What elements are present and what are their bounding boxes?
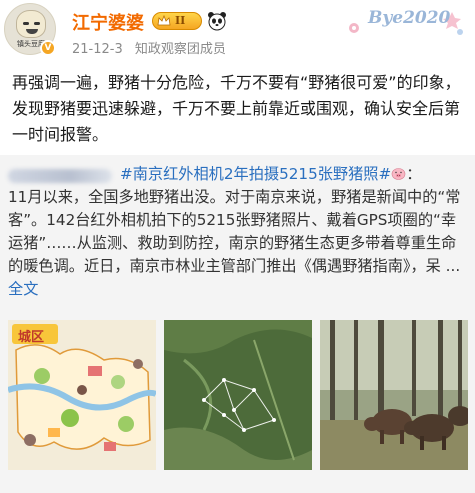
crown-icon [157, 15, 171, 26]
repost-text: #南京红外相机2年拍摄5215张野猪照# ： 11月以来，全国多地野猪出没。对于南… [8, 163, 470, 301]
avatar-eye [23, 22, 29, 25]
avatar-mouth [26, 29, 38, 34]
full-text-link[interactable]: 全文 [8, 280, 38, 298]
repost-body: 11月以来，全国多地野猪出没。对于南京来说，野猪是新闻中的“常客”。142台红外… [8, 188, 461, 275]
image-row: 城区 [8, 320, 468, 470]
satellite-map-icon [164, 320, 312, 470]
level-badge[interactable]: II [152, 12, 202, 30]
wild-boar-photo-icon [320, 320, 468, 470]
avatar-face-icon [16, 10, 46, 38]
post-meta: 21-12-3 知政观察团成员 [72, 38, 234, 57]
satellite-thumbnail[interactable] [164, 320, 312, 470]
level-text: II [175, 14, 186, 27]
wild-boar-photo-thumbnail[interactable] [320, 320, 468, 470]
post-header: 镇头豆腐 V 江宁婆婆 II 21-12-3 知政观察团成员 Bye2020 [0, 0, 475, 64]
panda-icon [208, 12, 226, 31]
decor-text: Bye2020 [368, 8, 451, 28]
topic-tag-link[interactable]: #南京红外相机2年拍摄5215张野猪照# [120, 165, 391, 183]
topic-colon: ： [406, 165, 422, 183]
verified-badge-icon: V [40, 40, 56, 56]
post-source[interactable]: 知政观察团成员 [135, 42, 226, 57]
username[interactable]: 江宁婆婆 [72, 9, 144, 35]
avatar-eye [34, 22, 40, 25]
post-body: 再强调一遍，野猪十分危险，千万不要有“野猪很可爱”的印象，发现野猪要迅速躲避，千… [12, 73, 461, 144]
map-thumbnail[interactable]: 城区 [8, 320, 156, 470]
map-title: 城区 [18, 330, 45, 345]
post-date: 21-12-3 [72, 42, 123, 57]
pig-emoji-icon [391, 168, 406, 180]
